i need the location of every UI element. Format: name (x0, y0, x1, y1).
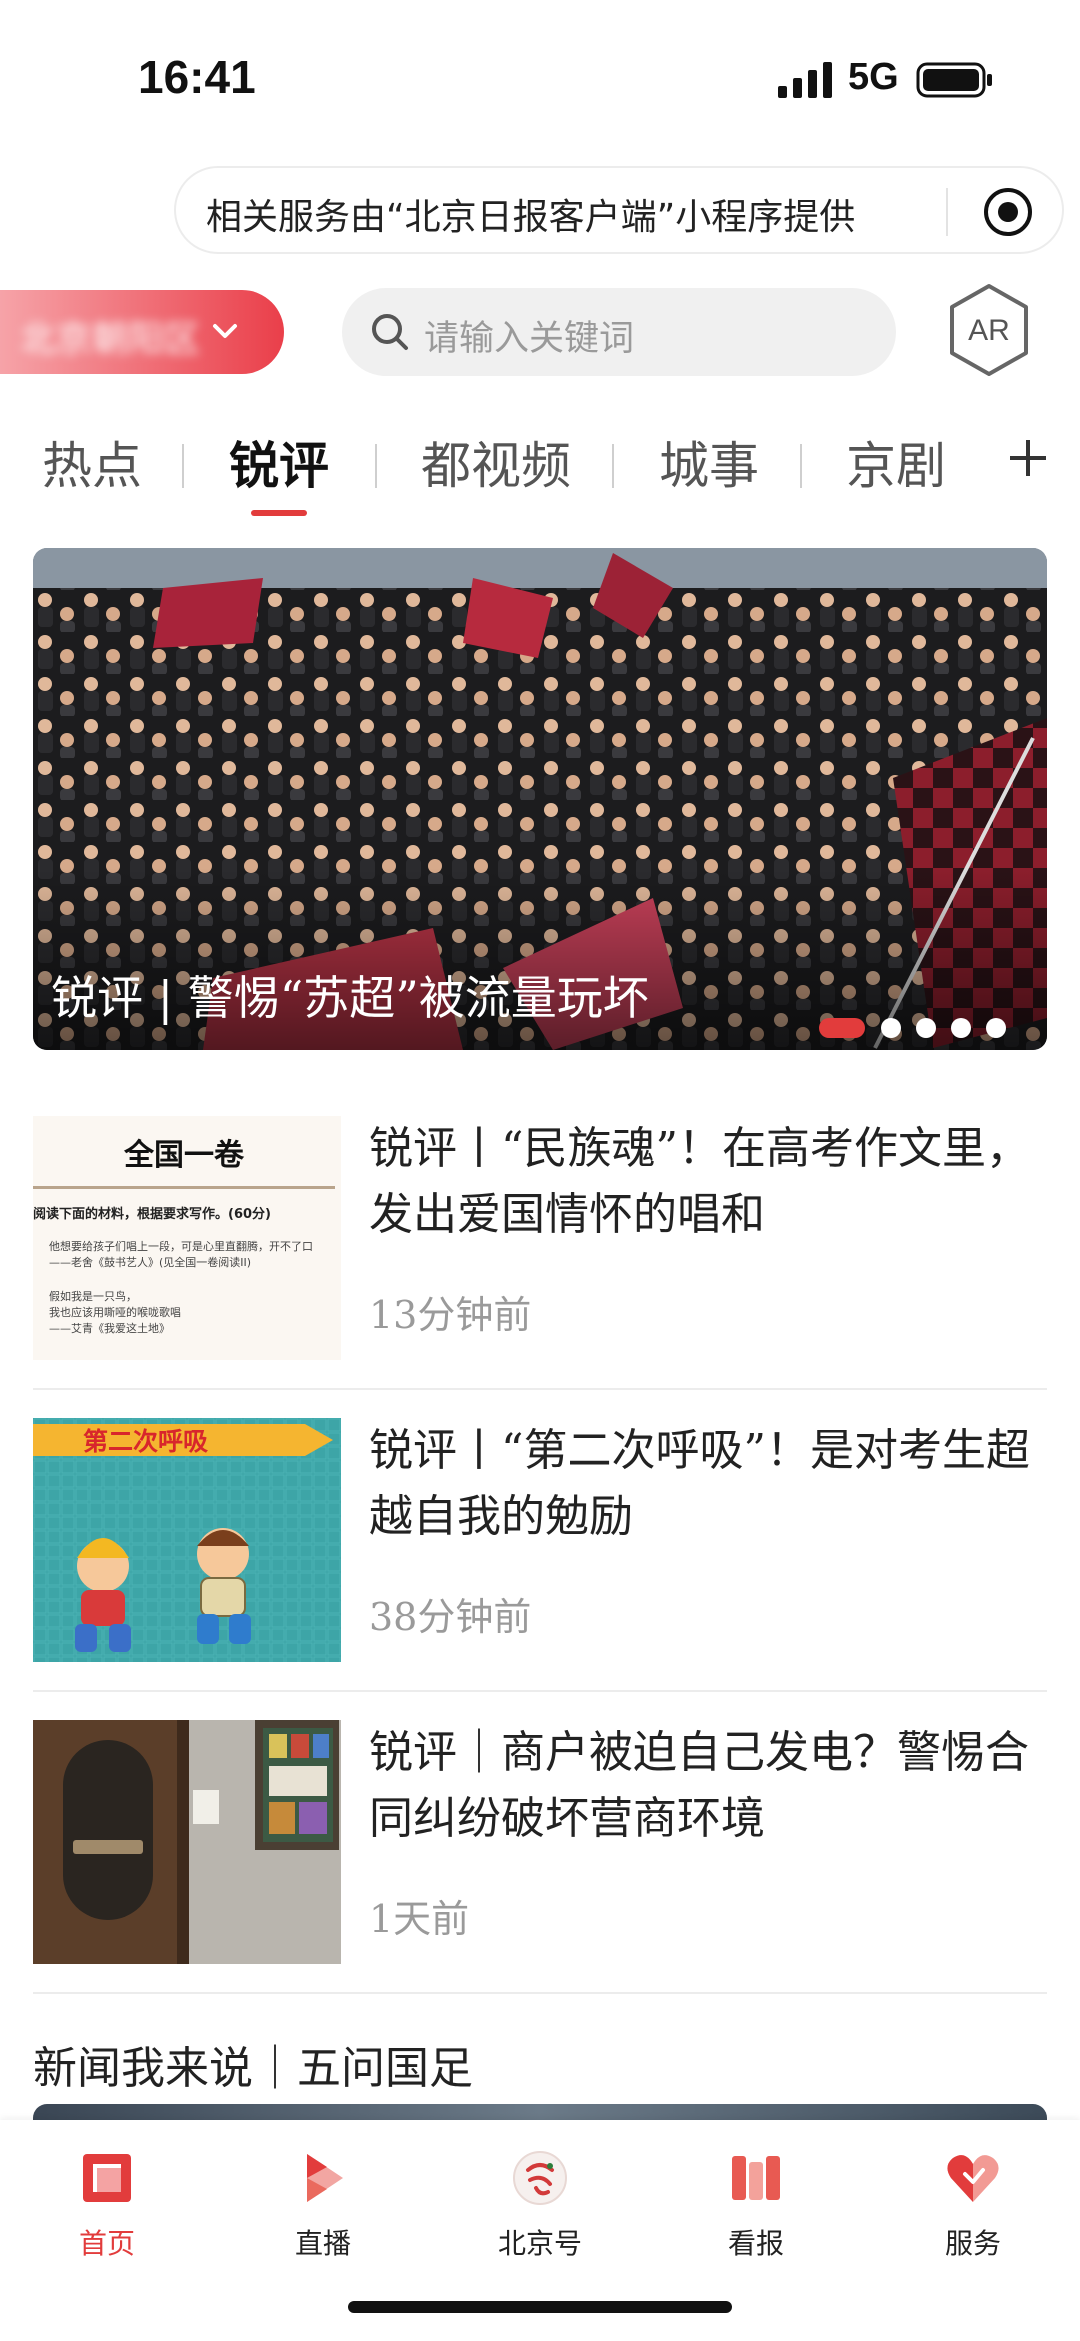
nav-home[interactable]: 首页 (27, 2138, 187, 2260)
news-item[interactable]: 锐评｜商户被迫自己发电？警惕合同纠纷破坏营商环境 1天前 (33, 1720, 1047, 1982)
nav-label: 直播 (294, 2227, 351, 2260)
ar-button[interactable]: AR (946, 282, 1032, 378)
nav-label: 服务 (944, 2227, 1001, 2260)
carousel-caption: 锐评 | 警惕“苏超”被流量玩坏 (51, 971, 649, 1025)
thumb-divider (33, 1186, 335, 1189)
news-time: 38分钟前 (369, 1595, 532, 1639)
tab-separator (182, 444, 184, 488)
thumb-heading: 全国一卷 (124, 1138, 244, 1173)
home-indicator (348, 2301, 732, 2313)
thumb-quote: 他想要给孩子们唱上一段，可是心里直翻腾，开不了口 (49, 1240, 313, 1253)
location-label: 北京朝阳区 (20, 319, 201, 360)
storefront-door-photo (33, 1720, 341, 1964)
search-icon (372, 314, 408, 350)
newspaper-icon (732, 2156, 780, 2200)
news-title: 锐评丨“民族魂”！在高考作文里，发出爱国情怀的唱和 (369, 1123, 1030, 1240)
active-tab-indicator (251, 510, 307, 516)
news-title: 锐评｜商户被迫自己发电？警惕合同纠纷破坏营商环境 (369, 1727, 1029, 1844)
carousel-dot[interactable] (986, 1018, 1006, 1038)
tab-opera[interactable]: 京剧 (846, 426, 946, 498)
thumb-quote: 假如我是一只鸟， (49, 1290, 137, 1303)
list-divider (33, 1388, 1047, 1390)
beijing-hao-icon (513, 2151, 567, 2205)
tab-separator (800, 444, 802, 488)
home-icon (83, 2154, 131, 2202)
tab-separator (375, 444, 377, 488)
tab-hot[interactable]: 热点 (42, 426, 142, 498)
news-thumbnail: 第二次呼吸 (33, 1418, 341, 1662)
thumb-quote: ——老舍《鼓书艺人》(见全国一卷阅读II) (49, 1256, 252, 1269)
carousel-dot-active[interactable] (819, 1018, 865, 1038)
search-placeholder: 请输入关键词 (424, 319, 635, 359)
ar-label: AR (968, 314, 1010, 347)
chevron-down-icon (213, 324, 237, 338)
tab-separator (612, 444, 614, 488)
service-icon (947, 2155, 999, 2202)
status-bar: 16:41 5G (0, 0, 1080, 150)
signal-icon (778, 62, 832, 98)
list-divider (33, 1992, 1047, 1994)
tab-video[interactable]: 都视频 (421, 426, 571, 498)
news-thumbnail (33, 1720, 341, 1964)
news-thumbnail: 全国一卷 阅读下面的材料，根据要求写作。(60分) 他想要给孩子们唱上一段，可是… (33, 1116, 341, 1360)
thumb-quote: 我也应该用嘶哑的喉咙歌唱 (49, 1306, 181, 1319)
thumb-prompt: 阅读下面的材料，根据要求写作。(60分) (33, 1207, 271, 1222)
network-type: 5G (848, 56, 899, 98)
news-title: 锐评丨“第二次呼吸”！是对考生超越自我的勉励 (369, 1425, 1030, 1542)
mini-program-notice[interactable]: 相关服务由“北京日报客户端”小程序提供 (174, 166, 1064, 254)
live-icon (307, 2154, 343, 2202)
search-input[interactable]: 请输入关键词 (342, 288, 896, 376)
add-channel-icon[interactable] (1006, 436, 1050, 480)
thumb-banner-text: 第二次呼吸 (83, 1427, 209, 1456)
list-divider (33, 1690, 1047, 1692)
nav-label: 首页 (78, 2227, 135, 2260)
notice-divider (946, 188, 948, 236)
battery-icon (916, 62, 992, 98)
news-item[interactable]: 全国一卷 阅读下面的材料，根据要求写作。(60分) 他想要给孩子们唱上一段，可是… (33, 1116, 1047, 1378)
tab-city[interactable]: 城事 (659, 426, 759, 498)
carousel-dot[interactable] (881, 1018, 901, 1038)
headline-carousel[interactable]: 锐评 | 警惕“苏超”被流量玩坏 (33, 548, 1047, 1050)
nav-service[interactable]: 服务 (893, 2138, 1053, 2260)
nav-label: 北京号 (497, 2227, 582, 2260)
nav-newspaper[interactable]: 看报 (676, 2138, 836, 2260)
status-time: 16:41 (138, 51, 256, 103)
carousel-dot[interactable] (951, 1018, 971, 1038)
channel-tabs: 热点 锐评 都视频 城事 京剧 (0, 416, 1080, 526)
news-time: 1天前 (369, 1897, 470, 1941)
carousel-dot[interactable] (916, 1018, 936, 1038)
news-item[interactable]: 第二次呼吸 锐评丨“第二次呼吸”！是对考生超越自我的勉励 38分钟前 (33, 1418, 1047, 1680)
thumb-quote: ——艾青《我爱这土地》 (49, 1322, 170, 1335)
carousel-indicator[interactable] (819, 1016, 1039, 1040)
section-title[interactable]: 新闻我来说｜五问国足 (33, 2032, 473, 2096)
location-selector[interactable]: 北京朝阳区 (0, 290, 284, 374)
nav-live[interactable]: 直播 (243, 2138, 403, 2260)
tab-commentary[interactable]: 锐评 (229, 426, 329, 498)
news-time: 13分钟前 (369, 1293, 532, 1337)
record-icon[interactable] (982, 186, 1034, 238)
notice-text: 相关服务由“北京日报客户端”小程序提供 (206, 197, 856, 238)
nav-label: 看报 (727, 2227, 784, 2260)
nav-beijing-hao[interactable]: 北京号 (460, 2138, 620, 2260)
